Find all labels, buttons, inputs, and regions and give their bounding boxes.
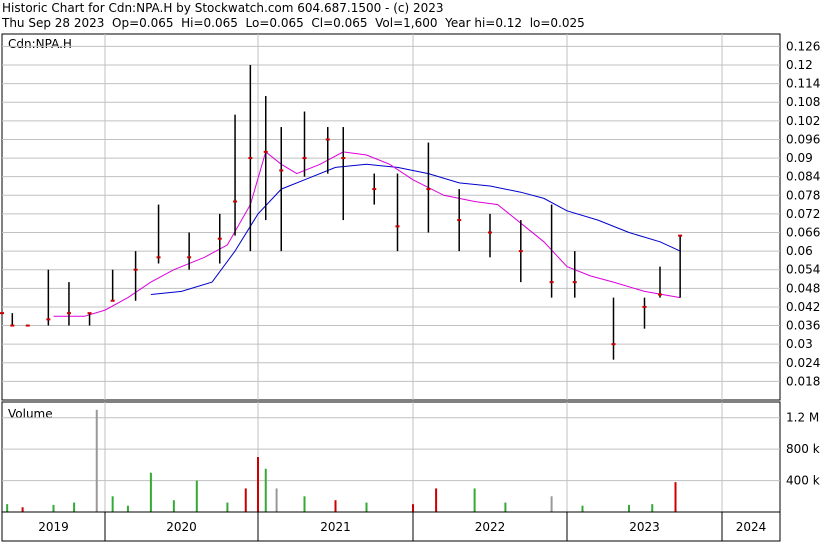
volume-bar (257, 457, 259, 512)
price-close-mark (10, 324, 15, 327)
stock-chart: Cdn:NPA.H 0.126 0.12 0.114 0.108 0.102 0.096 0… (0, 33, 820, 542)
price-close-mark (66, 312, 71, 315)
volume-bar (275, 488, 278, 512)
price-close-mark (518, 250, 523, 253)
volume-bar (195, 480, 198, 512)
volume-bar (149, 472, 152, 512)
price-close-mark (187, 256, 192, 259)
price-close-mark (156, 256, 161, 259)
volume-tick-label: 400 k (786, 474, 820, 488)
long-moving-average-line (150, 163, 681, 295)
price-tick-label: 0.03 (786, 337, 813, 351)
price-close-mark (678, 234, 683, 237)
volume-bar (264, 468, 267, 512)
price-close-mark (46, 318, 51, 321)
volume-bar (111, 496, 114, 512)
price-close-mark (25, 324, 30, 327)
volume-panel-frame (1, 401, 781, 513)
price-close-mark (341, 157, 346, 160)
volume-bar (674, 482, 677, 512)
price-close-mark (133, 268, 138, 271)
price-close-mark (302, 157, 307, 160)
price-tick-label: 0.084 (786, 170, 820, 184)
volume-bar (365, 502, 368, 512)
price-close-mark (263, 150, 268, 153)
volume-bar (334, 500, 337, 512)
volume-bar (244, 488, 247, 512)
price-tick-label: 0.06 (786, 244, 813, 258)
price-close-mark (87, 312, 92, 315)
price-tick-label: 0.09 (786, 151, 813, 165)
year-label: 2023 (629, 520, 660, 534)
price-tick-label: 0.096 (786, 132, 820, 146)
price-close-mark (0, 312, 4, 315)
price-tick-label: 0.072 (786, 207, 820, 221)
price-close-mark (426, 188, 431, 191)
price-close-mark (279, 169, 284, 172)
price-close-mark (642, 305, 647, 308)
time-axis-frame (1, 511, 781, 542)
volume-bar (52, 504, 55, 512)
price-close-mark (572, 281, 577, 284)
price-tick-label: 0.048 (786, 281, 820, 295)
volume-panel-label: Volume (8, 407, 53, 421)
price-close-mark (658, 293, 662, 296)
volume-bar (412, 504, 414, 512)
volume-bar (550, 496, 553, 512)
price-close-mark (233, 200, 238, 203)
price-tick-label: 0.108 (786, 95, 820, 109)
volume-bar (435, 488, 438, 512)
volume-bar (126, 505, 129, 512)
price-close-mark (110, 299, 115, 302)
volume-bar (95, 409, 98, 512)
price-tick-label: 0.114 (786, 77, 820, 91)
volume-bar (628, 504, 630, 512)
price-close-mark (611, 343, 616, 346)
price-tick-label: 0.126 (786, 39, 820, 53)
price-panel-label: Cdn:NPA.H (8, 37, 72, 51)
price-tick-label: 0.102 (786, 114, 820, 128)
price-tick-label: 0.036 (786, 319, 820, 333)
year-label: 2022 (475, 520, 506, 534)
volume-bar (172, 500, 175, 512)
year-label: 2021 (320, 520, 351, 534)
volume-tick-label: 800 k (786, 442, 820, 456)
volume-bar (303, 496, 306, 512)
price-tick-label: 0.12 (786, 58, 813, 72)
price-tick-label: 0.066 (786, 226, 820, 240)
volume-bar (21, 507, 24, 512)
volume-bar (504, 502, 507, 512)
price-close-mark (325, 138, 330, 141)
price-close-mark (248, 157, 253, 160)
price-tick-label: 0.042 (786, 300, 820, 314)
price-close-mark (372, 188, 377, 191)
volume-bar (73, 502, 76, 512)
price-close-mark (549, 281, 554, 284)
price-close-mark (457, 219, 462, 222)
price-panel-frame (1, 33, 781, 401)
year-label: 2019 (38, 520, 69, 534)
volume-bar (473, 488, 476, 512)
volume-bar (6, 504, 9, 512)
volume-tick-label: 1.2 M (786, 411, 819, 425)
year-label: 2024 (736, 520, 767, 534)
price-close-mark (488, 231, 492, 234)
volume-bar (226, 502, 229, 512)
price-close-mark (217, 237, 222, 240)
price-tick-label: 0.018 (786, 374, 820, 388)
year-label: 2020 (166, 520, 197, 534)
price-tick-label: 0.078 (786, 188, 820, 202)
price-tick-label: 0.054 (786, 263, 820, 277)
volume-bar (581, 505, 584, 512)
volume-bar (651, 504, 654, 512)
price-close-mark (395, 225, 400, 228)
price-tick-label: 0.024 (786, 356, 820, 370)
